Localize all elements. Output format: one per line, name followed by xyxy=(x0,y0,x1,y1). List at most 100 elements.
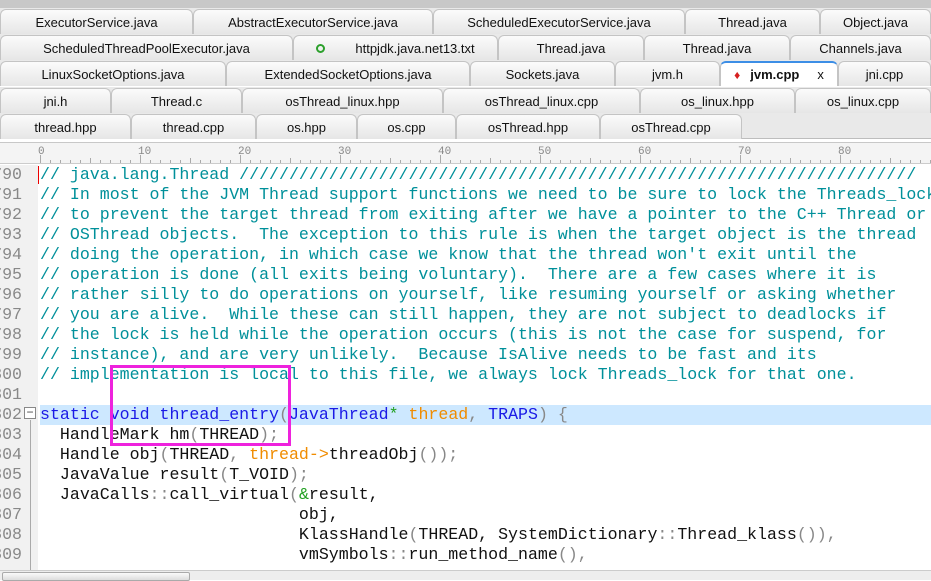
ruler-tick xyxy=(770,160,771,163)
ruler-tick xyxy=(510,160,511,163)
tab-thread-java[interactable]: Thread.java xyxy=(685,9,820,34)
ruler-tick xyxy=(210,160,211,163)
fold-collapse-icon[interactable]: − xyxy=(24,406,36,419)
ruler-tick xyxy=(470,160,471,163)
tab-label: Thread.c xyxy=(150,93,203,109)
ruler-tick xyxy=(520,160,521,163)
tab-thread-cpp[interactable]: thread.cpp xyxy=(131,114,256,139)
ruler-tick xyxy=(50,160,51,163)
code-token: vmSymbols xyxy=(40,545,389,564)
ruler-tick xyxy=(270,160,271,163)
line-number: 792 xyxy=(0,205,22,224)
close-tab-icon[interactable]: x xyxy=(817,67,824,82)
tab-thread-java[interactable]: Thread.java xyxy=(498,35,644,60)
ruler-label: 30 xyxy=(338,146,352,158)
code-token: thread-> xyxy=(249,445,329,464)
tab-label: ScheduledThreadPoolExecutor.java xyxy=(43,40,250,56)
tab-os-hpp[interactable]: os.hpp xyxy=(256,114,357,139)
ruler-tick xyxy=(290,158,291,163)
code-token: ( xyxy=(159,445,170,464)
code-token: :: xyxy=(388,545,409,564)
tab-osthread-linux-hpp[interactable]: osThread_linux.hpp xyxy=(242,88,443,113)
code-token: Handle obj xyxy=(40,445,160,464)
tab-os-linux-hpp[interactable]: os_linux.hpp xyxy=(640,88,795,113)
line-number: 809 xyxy=(0,545,22,564)
ruler-tick xyxy=(230,160,231,163)
tab-thread-java[interactable]: Thread.java xyxy=(644,35,790,60)
tab-label: jvm.h xyxy=(651,66,684,82)
line-number: 801 xyxy=(0,385,22,404)
ruler-tick xyxy=(890,158,891,163)
code-token: Thread_klass xyxy=(677,525,797,544)
ruler-tick xyxy=(530,160,531,163)
tab-httpjdk-java-net13-txt[interactable]: httpjdk.java.net13.txt xyxy=(293,35,498,60)
code-line: // instance), and are very unlikely. Bec… xyxy=(40,345,931,365)
code-token: // instance), and are very unlikely. Bec… xyxy=(40,345,817,364)
tab-label: osThread.cpp xyxy=(631,119,711,135)
code-token: // operation is done (all exits being vo… xyxy=(40,265,877,284)
tab-label: LinuxSocketOptions.java xyxy=(41,66,185,82)
ruler-tick xyxy=(250,160,251,163)
tab-sockets-java[interactable]: Sockets.java xyxy=(470,61,615,86)
ruler-tick xyxy=(800,160,801,163)
tab-row: ExecutorService.java AbstractExecutorServ… xyxy=(0,8,931,34)
code-token: JavaThread xyxy=(288,405,389,424)
ruler-tick xyxy=(670,160,671,163)
code-line: JavaCalls::call_virtual(&result, xyxy=(40,485,931,505)
tab-abstractexecutorservice-java[interactable]: AbstractExecutorService.java xyxy=(193,9,433,34)
ruler-tick xyxy=(420,160,421,163)
horizontal-scrollbar[interactable] xyxy=(0,570,931,581)
tab-extendedsocketoptions-java[interactable]: ExtendedSocketOptions.java xyxy=(226,61,470,86)
tab-linuxsocketoptions-java[interactable]: LinuxSocketOptions.java xyxy=(0,61,226,86)
ruler-tick xyxy=(450,160,451,163)
tab-osthread-linux-cpp[interactable]: osThread_linux.cpp xyxy=(443,88,640,113)
tab-scheduledexecutorservice-java[interactable]: ScheduledExecutorService.java xyxy=(433,9,685,34)
tab-jni-h[interactable]: jni.h xyxy=(0,88,111,113)
tab-os-linux-cpp[interactable]: os_linux.cpp xyxy=(795,88,931,113)
ruler-tick xyxy=(120,160,121,163)
ruler-tick xyxy=(460,160,461,163)
ruler-tick xyxy=(720,160,721,163)
code-line: // operation is done (all exits being vo… xyxy=(40,265,931,285)
tab-object-java[interactable]: Object.java xyxy=(820,9,931,34)
code-token: JavaCalls xyxy=(40,485,150,504)
ruler-tick xyxy=(570,160,571,163)
tab-channels-java[interactable]: Channels.java xyxy=(790,35,931,60)
line-number: 808 xyxy=(0,525,22,544)
code-token: result, xyxy=(308,485,379,504)
line-number: 806 xyxy=(0,485,22,504)
line-number: 805 xyxy=(0,465,22,484)
tab-label: thread.hpp xyxy=(34,119,97,135)
tab-scheduledthreadpoolexecutor-java[interactable]: ScheduledThreadPoolExecutor.java xyxy=(0,35,293,60)
ruler-tick xyxy=(830,160,831,163)
code-token: , xyxy=(229,445,250,464)
tab-row: thread.hpp thread.cpp os.hpp os.cpp osThread… xyxy=(0,113,931,139)
ruler-tick xyxy=(180,160,181,163)
ruler-tick xyxy=(430,160,431,163)
ruler-label: 70 xyxy=(738,146,752,158)
ruler-tick xyxy=(760,160,761,163)
line-number: 799 xyxy=(0,345,22,364)
tab-jvm-h[interactable]: jvm.h xyxy=(615,61,720,86)
code-token: // rather silly to do operations on your… xyxy=(40,285,897,304)
ruler-tick xyxy=(300,160,301,163)
tab-label: AbstractExecutorService.java xyxy=(228,14,398,30)
code-line: // the lock is held while the operation … xyxy=(40,325,931,345)
tab-jvm-cpp[interactable]: ♦ jvm.cpp x xyxy=(720,61,838,86)
tab-label: Thread.java xyxy=(682,40,752,56)
tab-thread-hpp[interactable]: thread.hpp xyxy=(0,114,131,139)
ruler-tick xyxy=(380,160,381,163)
code-token: KlassHandle xyxy=(40,525,409,544)
tab-thread-c[interactable]: Thread.c xyxy=(111,88,242,113)
code-token: thread xyxy=(398,405,469,424)
code-token: // doing the operation, in which case we… xyxy=(40,245,857,264)
tab-osthread-hpp[interactable]: osThread.hpp xyxy=(456,114,600,139)
tab-osthread-cpp[interactable]: osThread.cpp xyxy=(600,114,742,139)
tab-os-cpp[interactable]: os.cpp xyxy=(357,114,456,139)
line-number: 791 xyxy=(0,185,22,204)
tab-jni-cpp[interactable]: jni.cpp xyxy=(838,61,931,86)
code-token: :: xyxy=(657,525,678,544)
tab-label: os_linux.hpp xyxy=(681,93,754,109)
ruler-tick xyxy=(70,160,71,163)
tab-executorservice-java[interactable]: ExecutorService.java xyxy=(0,9,193,34)
